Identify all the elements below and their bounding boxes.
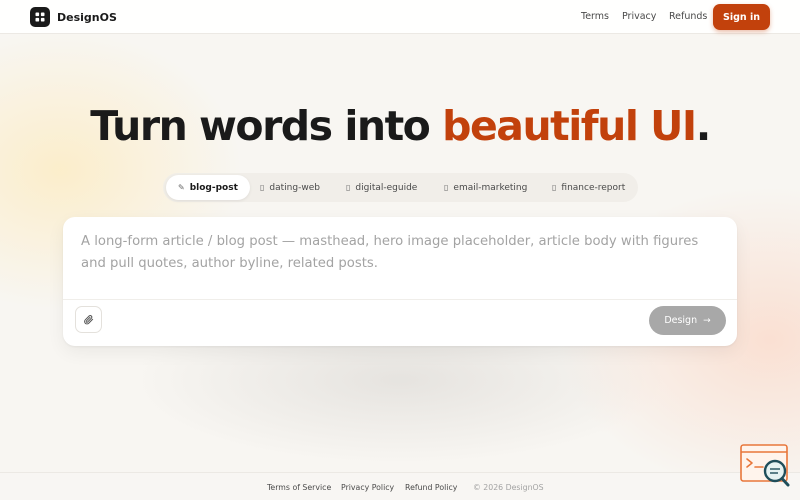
nav-link-terms[interactable]: Terms bbox=[581, 11, 609, 22]
arrow-right-icon: → bbox=[703, 315, 711, 326]
code-search-widget[interactable] bbox=[739, 443, 791, 489]
tab-label: digital-eguide bbox=[355, 182, 418, 193]
tab-dating-web[interactable]: ▯ dating-web bbox=[260, 175, 320, 200]
placeholder-icon: ▯ bbox=[444, 183, 449, 192]
tab-label: finance-report bbox=[561, 182, 626, 193]
design-label: Design bbox=[664, 315, 698, 326]
attach-button[interactable] bbox=[75, 306, 102, 333]
top-nav-bar: DesignOS Terms Privacy Refunds Sign in bbox=[0, 0, 800, 34]
tab-finance-report[interactable]: ▯ finance-report bbox=[552, 175, 625, 200]
title-prefix: Turn words into bbox=[90, 102, 443, 150]
sign-in-button[interactable]: Sign in bbox=[713, 4, 770, 30]
tab-label: email-marketing bbox=[453, 182, 528, 193]
tab-digital-eguide[interactable]: ▯ digital-eguide bbox=[346, 175, 417, 200]
design-button[interactable]: Design → bbox=[649, 306, 726, 335]
nav-link-privacy[interactable]: Privacy bbox=[622, 11, 656, 22]
placeholder-icon: ▯ bbox=[552, 183, 557, 192]
placeholder-icon: ▯ bbox=[346, 183, 351, 192]
tab-label: dating-web bbox=[269, 182, 320, 193]
template-tabs: ✎ blog-post ▯ dating-web ▯ digital-eguid… bbox=[163, 173, 638, 202]
title-suffix: . bbox=[695, 102, 712, 150]
paperclip-icon bbox=[84, 315, 94, 325]
footer-link-refunds[interactable]: Refund Policy bbox=[405, 483, 457, 492]
footer-link-terms[interactable]: Terms of Service bbox=[267, 483, 331, 492]
grid-icon bbox=[30, 7, 50, 27]
divider bbox=[63, 299, 737, 300]
footer-link-privacy[interactable]: Privacy Policy bbox=[341, 483, 394, 492]
tab-blog-post[interactable]: ✎ blog-post bbox=[166, 175, 250, 200]
brand-logo[interactable]: DesignOS bbox=[30, 7, 117, 27]
title-accent: beautiful UI bbox=[442, 102, 697, 150]
prompt-input[interactable]: A long-form article / blog post — masthe… bbox=[81, 231, 711, 275]
code-search-icon bbox=[740, 444, 790, 487]
pencil-icon: ✎ bbox=[178, 183, 185, 192]
placeholder-icon: ▯ bbox=[260, 183, 265, 192]
tab-email-marketing[interactable]: ▯ email-marketing bbox=[444, 175, 527, 200]
tab-label: blog-post bbox=[189, 182, 238, 193]
footer: Terms of Service Privacy Policy Refund P… bbox=[0, 472, 800, 500]
prompt-card: A long-form article / blog post — masthe… bbox=[63, 217, 737, 346]
page-title: Turn words into beautiful UI. bbox=[0, 102, 800, 150]
brand-name: DesignOS bbox=[57, 10, 117, 24]
nav-link-refunds[interactable]: Refunds bbox=[669, 11, 707, 22]
copyright-text: © 2026 DesignOS bbox=[473, 483, 544, 492]
